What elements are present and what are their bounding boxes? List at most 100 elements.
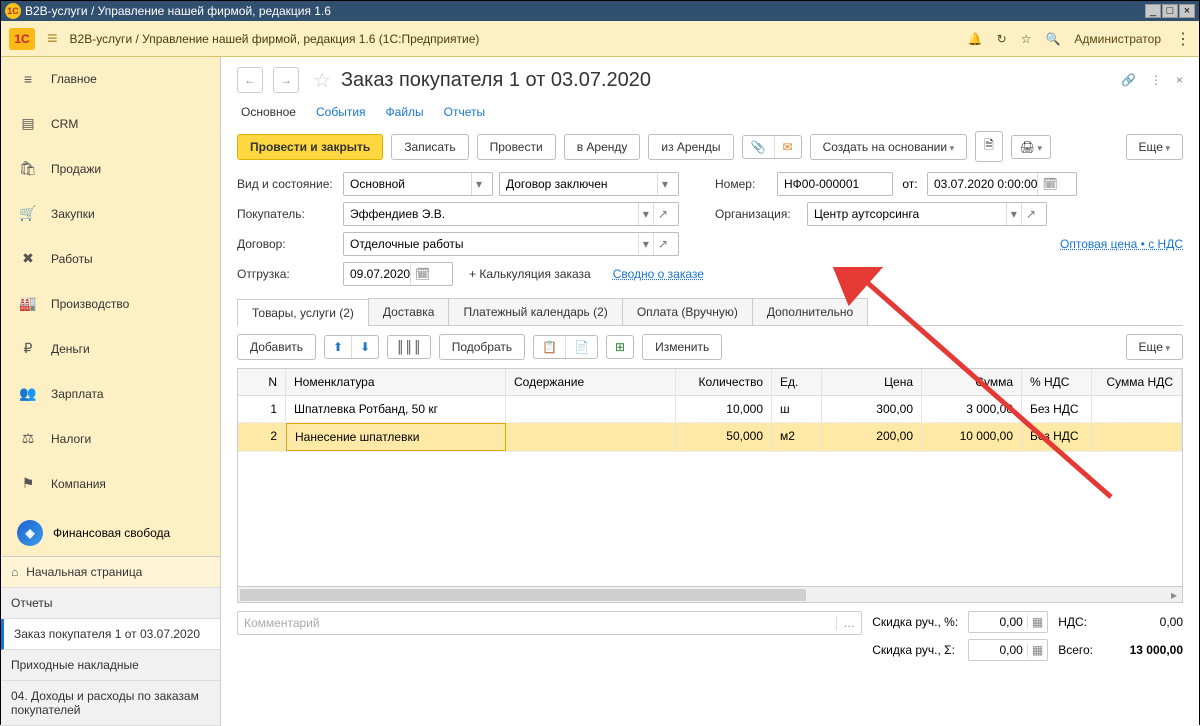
chevron-down-icon: ▾ [471, 173, 486, 195]
nav-item-works[interactable]: ✖Работы [1, 236, 220, 281]
price-type-link[interactable]: Оптовая цена • с НДС [1060, 237, 1183, 251]
subtab-delivery[interactable]: Доставка [368, 298, 450, 325]
total-value: 13 000,00 [1103, 643, 1183, 657]
scroll-right-icon: ▸ [1166, 587, 1182, 603]
subtab-goods[interactable]: Товары, услуги (2) [237, 299, 369, 326]
subtab-additional[interactable]: Дополнительно [752, 298, 868, 325]
favorite-star-icon[interactable]: ☆ [313, 68, 331, 93]
open-documents: ⌂Начальная страница Отчеты Заказ покупат… [1, 556, 220, 726]
ship-date-input[interactable]: 09.07.2020🗓 [343, 262, 453, 286]
nav-item-sales[interactable]: 🛍Продажи [1, 146, 220, 191]
star-icon[interactable]: ☆ [1021, 32, 1032, 46]
attachment-icon[interactable]: 📎 [743, 136, 775, 158]
nav-item-main[interactable]: ≡Главное [1, 57, 220, 101]
more-button[interactable]: Еще [1126, 134, 1183, 160]
doc-more-icon[interactable]: ⋮ [1150, 73, 1162, 87]
crm-icon: ▤ [19, 115, 37, 132]
subtab-payment[interactable]: Оплата (Вручную) [622, 298, 753, 325]
state-select[interactable]: Договор заключен▾ [499, 172, 679, 196]
settings-icon-button[interactable]: ⊞ [606, 335, 634, 359]
fin-freedom[interactable]: ◈ Финансовая свобода [1, 510, 220, 556]
add-row-button[interactable]: Добавить [237, 334, 316, 360]
print-button[interactable]: 🖨 [1011, 135, 1051, 159]
nav-item-salary[interactable]: 👥Зарплата [1, 371, 220, 416]
table-row[interactable]: 1 Шпатлевка Ротбанд, 50 кг 10,000 ш 300,… [238, 396, 1182, 423]
close-doc-button[interactable]: × [1176, 73, 1183, 87]
factory-icon: 🏭 [19, 295, 37, 312]
pane-order[interactable]: Заказ покупателя 1 от 03.07.2020 [1, 619, 220, 650]
org-select[interactable]: Центр аутсорсинга▾↗ [807, 202, 1047, 226]
table-more-button[interactable]: Еще [1126, 334, 1183, 360]
post-and-close-button[interactable]: Провести и закрыть [237, 134, 383, 160]
from-rent-button[interactable]: из Аренды [648, 134, 733, 160]
from-label: от: [899, 177, 921, 191]
search-icon[interactable]: 🔍 [1045, 32, 1060, 46]
comment-input[interactable]: Комментарий … [237, 611, 862, 635]
date-input[interactable]: 03.07.2020 0:00:00🗓 [927, 172, 1077, 196]
main-menu-icon[interactable]: ≡ [47, 28, 58, 49]
calc-link[interactable]: + Калькуляция заказа [469, 267, 591, 281]
ellipsis-icon[interactable]: … [836, 616, 855, 630]
nav-item-production[interactable]: 🏭Производство [1, 281, 220, 326]
history-icon[interactable]: ↻ [997, 32, 1007, 46]
link-icon[interactable]: 🔗 [1121, 73, 1136, 87]
calendar-icon: 🗓 [410, 263, 434, 285]
horizontal-scrollbar[interactable]: ◂ ▸ [237, 587, 1183, 603]
paste-icon[interactable]: 📄 [566, 336, 597, 358]
edit-row-button[interactable]: Изменить [642, 334, 722, 360]
pane-receipts[interactable]: Приходные накладные [1, 650, 220, 681]
people-icon: 👥 [19, 385, 37, 402]
pick-button[interactable]: Подобрать [439, 334, 525, 360]
pane-reports[interactable]: Отчеты [1, 588, 220, 619]
nav-item-tax[interactable]: ⚖Налоги [1, 416, 220, 461]
disc-pct-input[interactable]: 0,00▦ [968, 611, 1048, 633]
type-select[interactable]: Основной▾ [343, 172, 493, 196]
create-based-on-button[interactable]: Создать на основании [810, 134, 968, 160]
report-icon-button[interactable]: 🗎 [975, 131, 1003, 162]
user-label[interactable]: Администратор [1074, 32, 1161, 46]
save-button[interactable]: Записать [391, 134, 468, 160]
order-summary-link[interactable]: Сводно о заказе [613, 267, 704, 281]
subtab-payment-calendar[interactable]: Платежный календарь (2) [448, 298, 622, 325]
close-button[interactable]: × [1179, 4, 1195, 18]
post-button[interactable]: Провести [477, 134, 556, 160]
tab-reports[interactable]: Отчеты [444, 105, 485, 121]
open-ref-icon: ↗ [653, 233, 672, 255]
nav-item-crm[interactable]: ▤CRM [1, 101, 220, 146]
tab-main[interactable]: Основное [241, 105, 296, 121]
contract-select[interactable]: Отделочные работы▾↗ [343, 232, 679, 256]
pane-pl-report[interactable]: 04. Доходы и расходы по заказам покупате… [1, 681, 220, 726]
copy-icon[interactable]: 📋 [534, 336, 566, 358]
nav-item-company[interactable]: ⚑Компания [1, 461, 220, 506]
items-table: N Номенклатура Содержание Количество Ед.… [237, 368, 1183, 587]
brand-icon: 1C [9, 28, 35, 50]
nav-back-button[interactable]: ← [237, 67, 263, 93]
nav-forward-button[interactable]: → [273, 67, 299, 93]
doc-footer: Комментарий … Скидка руч., %: 0,00▦ НДС:… [237, 611, 1183, 661]
table-toolbar: Добавить ⬆⬇ ║║║ Подобрать 📋📄 ⊞ Изменить … [237, 326, 1183, 368]
money-icon: ₽ [19, 340, 37, 357]
pane-home[interactable]: ⌂Начальная страница [1, 557, 220, 588]
tab-files[interactable]: Файлы [386, 105, 424, 121]
buyer-select[interactable]: Эффендиев Э.В.▾↗ [343, 202, 679, 226]
more-menu-icon[interactable]: ⋮ [1175, 29, 1191, 49]
move-up-icon[interactable]: ⬆ [325, 336, 352, 358]
number-label: Номер: [715, 177, 771, 191]
window-title: В2В-услуги / Управление нашей фирмой, ре… [25, 4, 331, 18]
type-label: Вид и состояние: [237, 177, 337, 191]
tools-icon: ✖ [19, 250, 37, 267]
nav-item-money[interactable]: ₽Деньги [1, 326, 220, 371]
nav-sections: ≡Главное ▤CRM 🛍Продажи 🛒Закупки ✖Работы … [1, 57, 220, 510]
table-row[interactable]: 2 Нанесение шпатлевки 50,000 м2 200,00 1… [238, 423, 1182, 452]
mail-icon[interactable]: ✉ [775, 136, 801, 158]
barcode-button[interactable]: ║║║ [387, 335, 431, 359]
nav-item-purchases[interactable]: 🛒Закупки [1, 191, 220, 236]
number-input[interactable]: НФ00-000001 [777, 172, 893, 196]
bell-icon[interactable]: 🔔 [968, 32, 983, 46]
tab-events[interactable]: События [316, 105, 366, 121]
minimize-button[interactable]: _ [1145, 4, 1161, 18]
to-rent-button[interactable]: в Аренду [564, 134, 641, 160]
maximize-button[interactable]: □ [1162, 4, 1178, 18]
move-down-icon[interactable]: ⬇ [352, 336, 378, 358]
disc-sum-input[interactable]: 0,00▦ [968, 639, 1048, 661]
